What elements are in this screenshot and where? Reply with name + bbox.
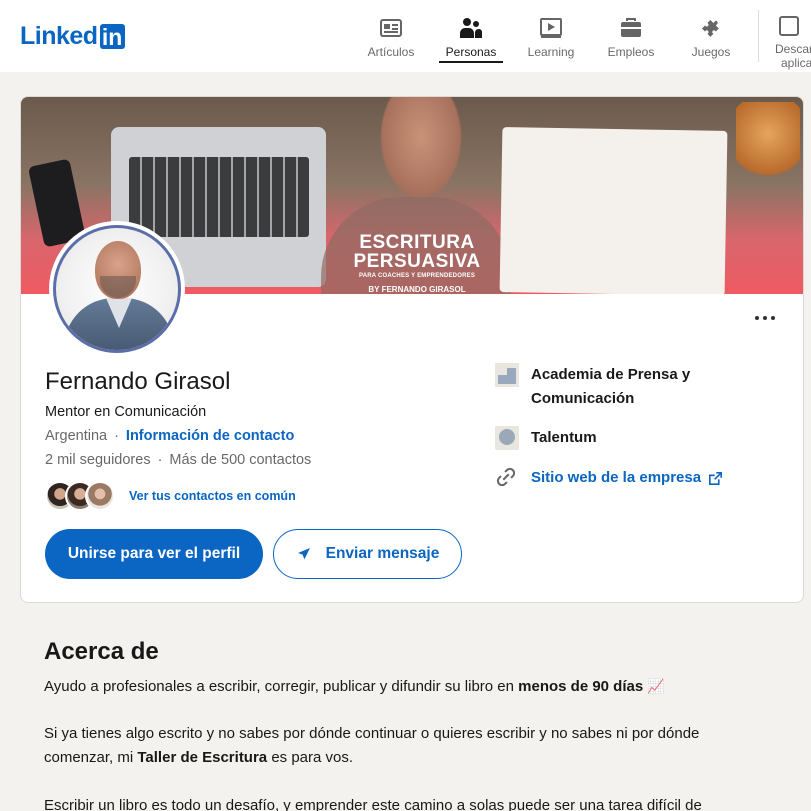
about-section-title: Acerca de <box>44 638 159 665</box>
send-icon <box>297 548 310 560</box>
contact-info-link[interactable]: Información de contacto <box>126 428 294 444</box>
send-message-button[interactable]: Enviar mensaje <box>273 529 462 579</box>
profile-card: ESCRITURA PERSUASIVA PARA COACHES Y EMPR… <box>20 96 804 603</box>
more-dot <box>771 316 775 320</box>
logo-box: in <box>99 23 125 50</box>
about-paragraph-1: Ayudo a profesionales a escribir, correg… <box>44 674 764 699</box>
avatar-photo <box>53 225 181 353</box>
company-name-line2: Comunicación <box>531 390 635 407</box>
nav-label-articles: Artículos <box>367 45 415 59</box>
top-nav: Linked in Artículos Personas Learning Em… <box>0 0 811 72</box>
people-icon <box>460 18 482 38</box>
about-paragraph-2: Si ya tienes algo escrito y no sabes por… <box>44 722 764 770</box>
nav-label-people: Personas <box>445 45 497 59</box>
school-icon-shape <box>499 429 515 445</box>
about-p1-text: Ayudo a profesionales a escribir, correg… <box>44 678 519 695</box>
about-p2-line1: Si ya tienes algo escrito y no sabes por… <box>44 725 700 742</box>
website-item[interactable]: Sitio web de la empresa <box>495 466 723 490</box>
banner-keyboard <box>129 157 309 237</box>
banner-notebook <box>499 127 728 294</box>
company-name-line1: Academia de Prensa y <box>531 366 691 383</box>
join-to-view-button[interactable]: Unirse para ver el perfil <box>45 529 263 579</box>
mutual-connections-link[interactable]: Ver tus contactos en común <box>129 489 296 503</box>
profile-avatar[interactable] <box>49 221 185 357</box>
follow-stats: 2 mil seguidores · Más de 500 contactos <box>45 452 312 468</box>
download-line2: aplica <box>781 56 811 70</box>
nav-label-jobs: Empleos <box>607 45 655 59</box>
profile-location: Argentina <box>45 428 108 444</box>
banner-subtitle: PARA COACHES Y EMPRENDEDORES <box>358 273 476 279</box>
nav-item-people[interactable]: Personas <box>431 16 511 59</box>
banner-croissant <box>736 102 800 182</box>
followers-count: 2 mil seguidores <box>45 452 151 468</box>
send-message-label: Enviar mensaje <box>325 545 440 562</box>
company-name: Academia de Prensa y Comunicación <box>531 363 690 411</box>
company-icon-block <box>507 368 516 384</box>
education-item[interactable]: Talentum <box>495 426 597 450</box>
nav-divider <box>758 10 759 62</box>
current-company[interactable]: Academia de Prensa y Comunicación <box>495 363 690 411</box>
nav-item-games[interactable]: Juegos <box>671 16 751 59</box>
website-label: Sitio web de la empresa <box>531 469 702 486</box>
more-options-button[interactable] <box>753 307 781 327</box>
chart-emoji-icon: 📈 <box>647 678 665 694</box>
about-p1-bold: menos de 90 días <box>518 678 644 695</box>
nav-item-learning[interactable]: Learning <box>511 16 591 59</box>
nav-label-learning: Learning <box>527 45 575 59</box>
more-dot <box>755 316 759 320</box>
company-website-link[interactable]: Sitio web de la empresa <box>531 466 723 490</box>
active-tab-indicator <box>439 61 503 63</box>
articles-icon <box>380 19 402 37</box>
mutual-connections[interactable]: Ver tus contactos en común <box>45 480 296 512</box>
app-grid-icon <box>779 16 799 36</box>
about-p2-text-c: es para vos. <box>267 749 354 766</box>
banner-title: ESCRITURA PERSUASIVA <box>353 232 481 272</box>
about-p2-bold: Taller de Escritura <box>137 749 268 766</box>
profile-name: Fernando Girasol <box>45 368 231 395</box>
download-app-link[interactable]: Descar aplica <box>775 14 811 70</box>
about-paragraph-3: Escribir un libro es todo un desafío, y … <box>44 797 702 811</box>
learning-icon <box>540 18 562 38</box>
nav-label-games: Juegos <box>691 45 731 59</box>
puzzle-icon <box>701 20 719 37</box>
about-p2-text-a: comenzar, mi <box>44 749 138 766</box>
more-dot <box>763 316 767 320</box>
school-icon <box>495 426 519 450</box>
connections-count: Más de 500 contactos <box>169 452 312 468</box>
logo-text: Linked <box>20 22 98 50</box>
linkedin-logo[interactable]: Linked in <box>20 22 125 50</box>
mutual-avatar <box>85 481 115 511</box>
briefcase-icon <box>621 18 641 37</box>
profile-headline: Mentor en Comunicación <box>45 404 207 420</box>
external-link-icon <box>709 471 723 485</box>
banner-byline: BY FERNANDO GIRASOL <box>368 285 466 294</box>
link-icon <box>495 466 519 490</box>
company-icon <box>495 363 519 387</box>
banner-person-head <box>371 97 471 212</box>
nav-item-jobs[interactable]: Empleos <box>591 16 671 59</box>
company-icon-block <box>498 375 507 384</box>
location-line: Argentina · Información de contacto <box>45 428 295 444</box>
education-name: Talentum <box>531 429 597 446</box>
download-line1: Descar <box>775 42 811 56</box>
nav-item-articles[interactable]: Artículos <box>351 16 431 59</box>
